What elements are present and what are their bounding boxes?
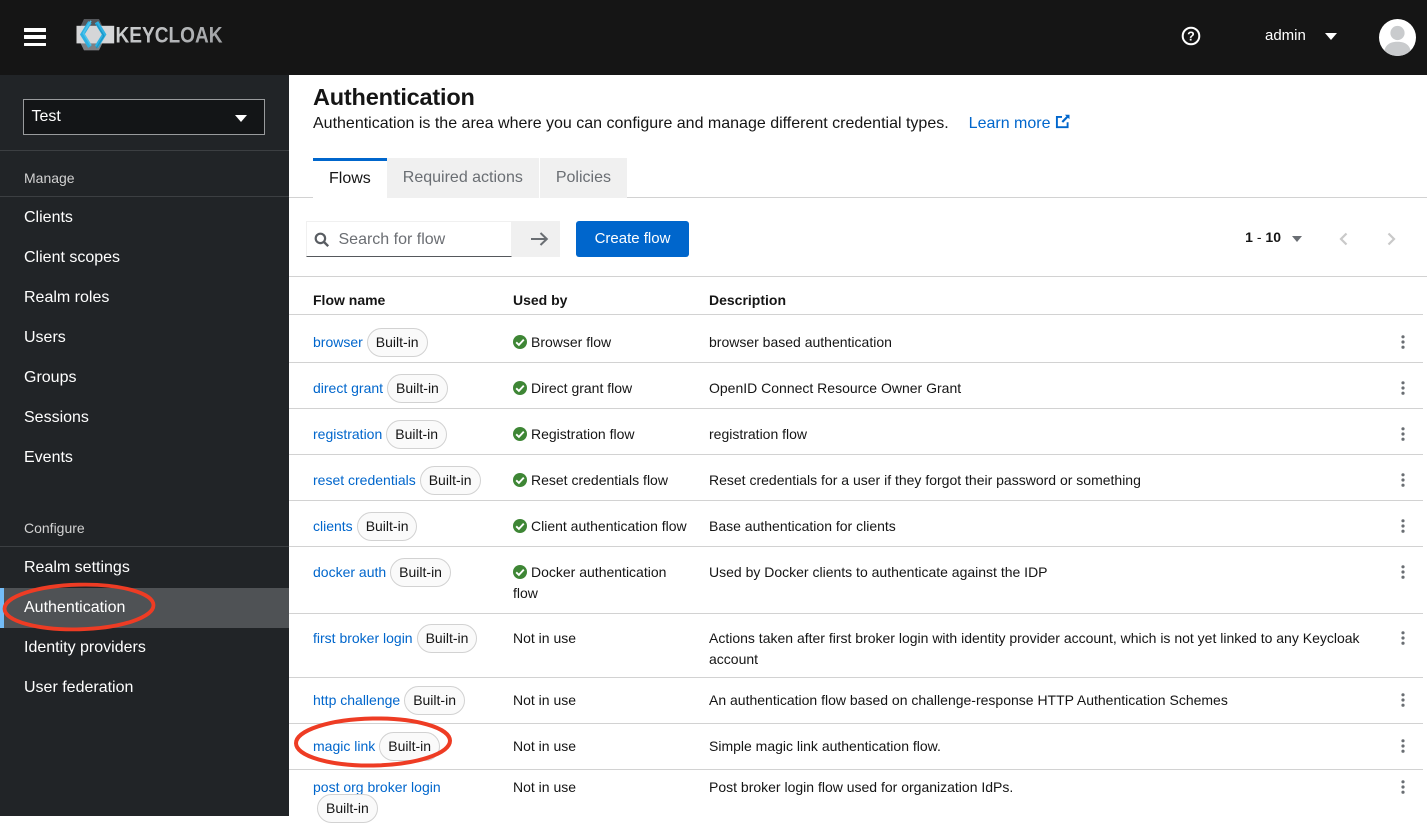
svg-text:KEYCLOAK: KEYCLOAK — [116, 22, 223, 47]
svg-text:?: ? — [1187, 29, 1195, 43]
